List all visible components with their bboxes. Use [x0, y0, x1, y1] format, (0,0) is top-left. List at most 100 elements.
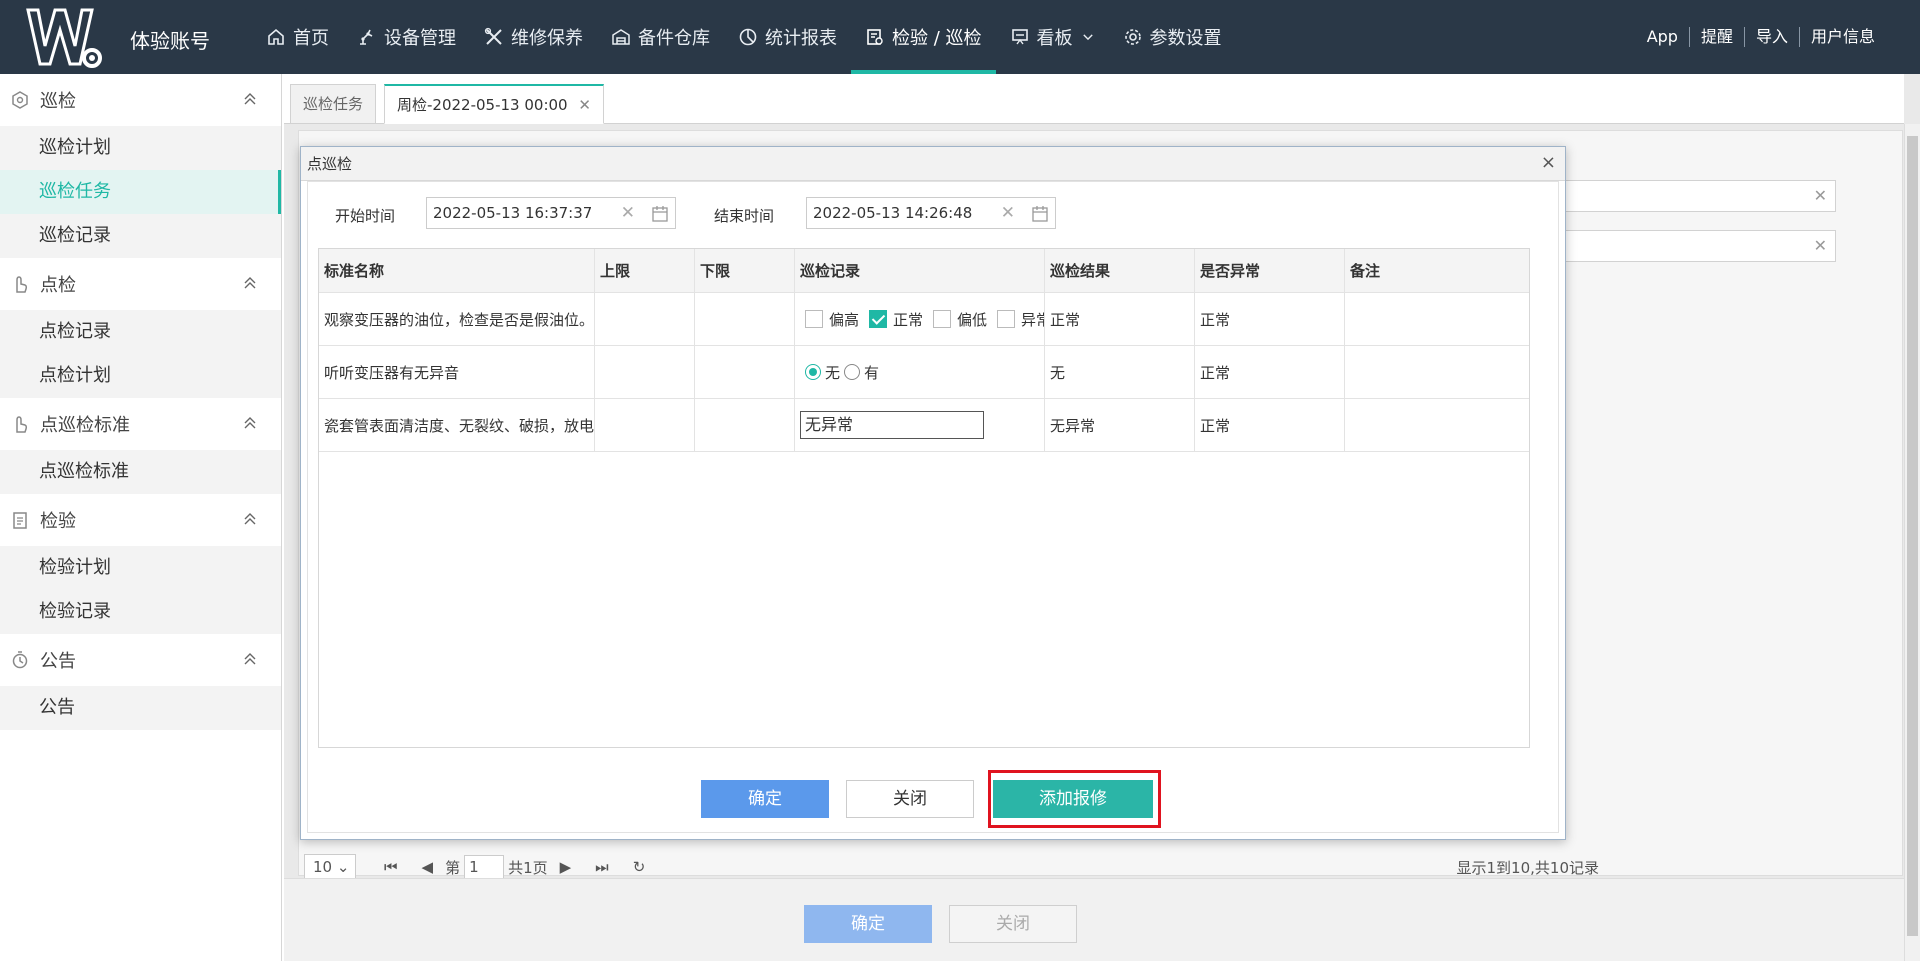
sidebar-item-patrol-record[interactable]: 巡检记录	[0, 214, 281, 258]
close-icon[interactable]: ×	[1541, 154, 1556, 172]
checkbox[interactable]	[805, 310, 823, 328]
option-label: 偏低	[957, 310, 988, 329]
nav-inspection[interactable]: 检验 / 巡检	[851, 0, 996, 74]
option-label: 有	[864, 363, 880, 382]
record-cell: 偏高 正常 偏低 异常	[795, 293, 1045, 345]
nav-settings[interactable]: 参数设置	[1109, 0, 1236, 74]
nav-reports[interactable]: 统计报表	[724, 0, 851, 74]
sidebar-item-notice[interactable]: 公告	[0, 686, 281, 730]
sidebar-group-standards[interactable]: 点巡检标准	[0, 398, 281, 450]
nav-board-label: 看板	[1036, 28, 1073, 49]
clear-icon: ✕	[1813, 186, 1827, 205]
pie-chart-icon	[739, 28, 757, 46]
page-number-input[interactable]: 1	[464, 855, 505, 879]
option-has[interactable]: 有	[844, 362, 879, 383]
confirm-button[interactable]: 确定	[701, 780, 829, 818]
sidebar-item-patrol-task[interactable]: 巡检任务	[0, 170, 281, 214]
chevron-up-icon	[244, 417, 256, 429]
chevron-up-icon	[244, 277, 256, 289]
sidebar-item-spot-record[interactable]: 点检记录	[0, 310, 281, 354]
option-label: 偏高	[829, 310, 860, 329]
abnormal-cell: 正常	[1195, 399, 1345, 451]
radio[interactable]	[844, 364, 861, 380]
next-page-icon[interactable]: ▶	[560, 858, 572, 876]
option-none[interactable]: 无	[805, 362, 840, 383]
sidebar-group-label: 巡检	[40, 91, 76, 112]
lower-limit-cell	[695, 346, 795, 398]
chevron-up-icon	[244, 653, 256, 665]
refresh-icon[interactable]: ↻	[633, 858, 646, 876]
remark-cell[interactable]	[1345, 399, 1531, 451]
checkbox[interactable]	[933, 310, 952, 328]
gear-icon	[1124, 29, 1141, 45]
abnormal-cell: 正常	[1195, 293, 1345, 345]
sidebar-group-label: 检验	[40, 511, 76, 532]
first-page-icon[interactable]: ⏮	[384, 858, 398, 876]
nav-equipment[interactable]: 设备管理	[343, 0, 470, 74]
option-label: 正常	[893, 310, 924, 329]
sidebar-group-patrol[interactable]: 巡检	[0, 74, 281, 126]
remark-cell[interactable]	[1345, 293, 1531, 345]
sidebar-group-inspection[interactable]: 检验	[0, 494, 281, 546]
clear-icon[interactable]: ✕	[621, 198, 635, 228]
tab-patrol-task[interactable]: 巡检任务	[290, 84, 377, 124]
end-time-label: 结束时间	[714, 207, 775, 225]
standard-name-cell: 观察变压器的油位，检查是否是假油位。	[319, 293, 595, 345]
nav-home[interactable]: 首页	[252, 0, 343, 74]
sidebar-group-notice[interactable]: 公告	[0, 634, 281, 686]
upper-limit-cell	[595, 346, 695, 398]
sidebar-item-inspection-plan[interactable]: 检验计划	[0, 546, 281, 590]
dialog-title: 点巡检	[301, 147, 1565, 181]
close-icon[interactable]: ✕	[578, 96, 591, 114]
import-link[interactable]: 导入	[1743, 27, 1799, 47]
sidebar-group-spot-check[interactable]: 点检	[0, 258, 281, 310]
sidebar-item-inspection-record[interactable]: 检验记录	[0, 590, 281, 634]
background-ok-button[interactable]: 确定	[804, 905, 932, 943]
user-info-link[interactable]: 用户信息	[1798, 27, 1886, 47]
nav-home-label: 首页	[293, 28, 329, 49]
end-time-input[interactable]: 2022-05-13 14:26:48 ✕	[806, 197, 1056, 229]
page-prefix: 第	[445, 858, 461, 877]
option-high[interactable]: 偏高	[805, 309, 859, 330]
patrol-icon	[12, 91, 28, 109]
calendar-icon[interactable]	[1031, 205, 1049, 223]
column-header: 上限	[595, 249, 695, 292]
nav-board[interactable]: 看板	[996, 0, 1109, 74]
scrollbar-thumb[interactable]	[1907, 136, 1918, 936]
column-header: 巡检结果	[1045, 249, 1195, 292]
radio-selected[interactable]	[805, 364, 821, 380]
nav-warehouse[interactable]: 备件仓库	[597, 0, 724, 74]
calendar-icon[interactable]	[651, 205, 669, 223]
option-normal[interactable]: 正常	[869, 309, 923, 330]
sidebar-group-label: 点巡检标准	[40, 415, 130, 436]
record-text-input[interactable]: 无异常	[800, 411, 984, 439]
tab-weekly-check[interactable]: 周检-2022-05-13 00:00 ✕	[384, 84, 604, 124]
start-time-label: 开始时间	[335, 207, 396, 225]
nav-maintenance[interactable]: 维修保养	[470, 0, 597, 74]
close-button[interactable]: 关闭	[846, 780, 974, 818]
checkbox-checked[interactable]	[869, 310, 888, 328]
clear-icon[interactable]: ✕	[1001, 198, 1015, 228]
top-right-links: App 提醒 导入 用户信息	[1636, 27, 1886, 47]
background-button-bar: 确定 关闭	[284, 878, 1904, 961]
remark-cell[interactable]	[1345, 346, 1531, 398]
sidebar-item-patrol-plan[interactable]: 巡检计划	[0, 126, 281, 170]
option-abnormal[interactable]: 异常	[997, 309, 1044, 330]
option-low[interactable]: 偏低	[933, 309, 987, 330]
sidebar: 巡检 巡检计划 巡检任务 巡检记录 点检 点检记录 点检计划 点巡检标准 点巡检…	[0, 74, 282, 961]
page-size-select[interactable]: 10 ⌄	[304, 854, 356, 880]
start-time-input[interactable]: 2022-05-13 16:37:37 ✕	[426, 197, 676, 229]
prev-page-icon[interactable]: ◀	[422, 858, 434, 876]
checkbox[interactable]	[997, 310, 1016, 328]
lower-limit-cell	[695, 399, 795, 451]
sidebar-item-spot-plan[interactable]: 点检计划	[0, 354, 281, 398]
background-close-button[interactable]: 关闭	[949, 905, 1077, 943]
app-link[interactable]: App	[1636, 27, 1689, 47]
last-page-icon[interactable]: ⏭	[595, 858, 609, 876]
sidebar-item-standards[interactable]: 点巡检标准	[0, 450, 281, 494]
upper-limit-cell	[595, 293, 695, 345]
clipboard-icon	[13, 512, 27, 529]
reminder-link[interactable]: 提醒	[1688, 27, 1744, 47]
vertical-scrollbar[interactable]	[1904, 124, 1920, 961]
clear-icon: ✕	[1813, 236, 1827, 255]
